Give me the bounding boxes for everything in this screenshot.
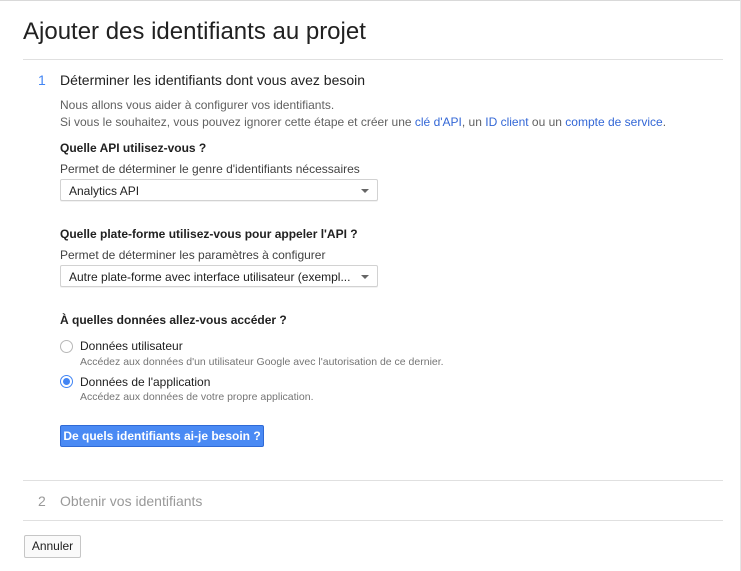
title-divider xyxy=(23,59,723,60)
step-1-number: 1 xyxy=(38,72,46,88)
step-2-title: Obtenir vos identifiants xyxy=(60,493,203,509)
step-divider-top xyxy=(23,480,723,481)
intro-sep-2: ou un xyxy=(528,115,566,129)
api-select[interactable]: Analytics API xyxy=(60,179,378,201)
api-select-value: Analytics API xyxy=(69,184,140,198)
radio-selected-dot xyxy=(63,378,70,385)
user-data-radio[interactable] xyxy=(60,340,73,353)
intro-sep-1: , un xyxy=(461,115,486,129)
app-data-radio[interactable] xyxy=(60,375,73,388)
api-key-link[interactable]: clé d'API xyxy=(415,115,462,129)
step-1-intro: Nous allons vous aider à configurer vos … xyxy=(60,97,666,131)
app-data-label[interactable]: Données de l'application xyxy=(80,375,210,389)
service-account-link[interactable]: compte de service xyxy=(565,115,662,129)
which-credentials-button[interactable]: De quels identifiants ai-je besoin ? xyxy=(60,425,264,447)
page-title: Ajouter des identifiants au projet xyxy=(23,18,366,45)
intro-line-2-prefix: Si vous le souhaitez, vous pouvez ignore… xyxy=(60,115,415,129)
intro-line-2: Si vous le souhaitez, vous pouvez ignore… xyxy=(60,114,666,131)
platform-select-value: Autre plate-forme avec interface utilisa… xyxy=(69,270,351,284)
api-question-title: Quelle API utilisez-vous ? xyxy=(60,141,207,155)
cancel-button[interactable]: Annuler xyxy=(24,535,81,558)
window-top-border xyxy=(0,0,741,1)
intro-line-2-suffix: . xyxy=(662,115,667,129)
platform-question-help: Permet de déterminer les paramètres à co… xyxy=(60,248,326,262)
user-data-description: Accédez aux données d'un utilisateur Goo… xyxy=(80,356,444,368)
data-question-title: À quelles données allez-vous accéder ? xyxy=(60,313,287,327)
user-data-label[interactable]: Données utilisateur xyxy=(80,339,183,353)
app-data-description: Accédez aux données de votre propre appl… xyxy=(80,391,314,403)
step-1-title: Déterminer les identifiants dont vous av… xyxy=(60,72,366,88)
chevron-down-icon xyxy=(361,189,369,193)
client-id-link[interactable]: ID client xyxy=(485,115,528,129)
api-question-help: Permet de déterminer le genre d'identifi… xyxy=(60,162,360,176)
platform-question-title: Quelle plate-forme utilisez-vous pour ap… xyxy=(60,227,358,241)
step-divider-bottom xyxy=(23,520,723,521)
step-2-number: 2 xyxy=(38,493,46,509)
chevron-down-icon xyxy=(361,275,369,279)
platform-select[interactable]: Autre plate-forme avec interface utilisa… xyxy=(60,265,378,287)
intro-line-1: Nous allons vous aider à configurer vos … xyxy=(60,98,335,112)
